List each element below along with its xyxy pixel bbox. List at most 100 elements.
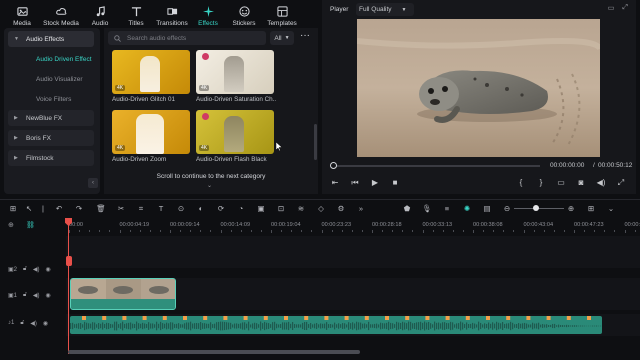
effect-thumb-flash-black[interactable]: 4K [196, 110, 274, 154]
adjust-icon[interactable]: ⚙ [336, 204, 346, 213]
stabilize-icon[interactable]: ⊡ [276, 204, 286, 213]
more-options-icon[interactable]: ··· [298, 31, 312, 45]
zoom-out-icon[interactable]: ⊖ [502, 204, 512, 213]
keyframe-icon[interactable]: ◇ [316, 204, 326, 213]
text-tool-icon[interactable]: T [156, 204, 166, 213]
stop-icon[interactable]: ■ [390, 178, 400, 187]
beat-marker [385, 316, 389, 320]
step-back-icon[interactable]: ⇤ [330, 178, 340, 187]
playhead[interactable] [68, 218, 69, 354]
zoom-in-icon[interactable]: ⊕ [566, 204, 576, 213]
waveform-bar [306, 321, 308, 331]
waveform-bar [218, 321, 220, 331]
effect-thumb-saturation[interactable]: 4K [196, 50, 274, 94]
scrubber-handle[interactable] [330, 162, 337, 169]
add-track-icon[interactable]: ⊕ [8, 221, 14, 229]
volume-icon[interactable]: ◀) [596, 178, 606, 187]
tab-audio[interactable]: Audio [82, 2, 118, 30]
tab-media[interactable]: Media [4, 2, 40, 30]
lock-icon[interactable]: 🔓︎ [23, 292, 27, 299]
zoom-slider-handle[interactable] [533, 205, 539, 211]
split-icon[interactable]: ✂ [116, 204, 126, 213]
ruler-tick-mark [361, 230, 363, 232]
category-newblue-fx[interactable]: ▶ NewBlue FX [8, 110, 94, 126]
collapse-panel-button[interactable]: ‹ [88, 178, 98, 188]
category-audio-effects[interactable]: ▼ Audio Effects [8, 31, 94, 47]
tab-templates[interactable]: Templates [262, 2, 302, 30]
filter-dropdown[interactable]: All ▼ [270, 31, 294, 45]
microphone-icon[interactable]: 🎙 [422, 204, 432, 213]
crop-icon[interactable]: ⌗ [136, 204, 146, 214]
category-boris-fx[interactable]: ▶ Boris FX [8, 130, 94, 146]
grid-icon[interactable]: ⊞ [586, 204, 596, 213]
subcategory-audio-driven-effect[interactable]: Audio Driven Effect [8, 51, 94, 67]
previous-frame-icon[interactable]: ⏮ [350, 178, 360, 188]
timeline-horizontal-scrollbar[interactable] [68, 350, 360, 354]
ruler-tick-mark [553, 230, 555, 232]
render-icon[interactable]: ▤ [482, 204, 492, 213]
ruler-tick-mark [200, 230, 202, 232]
speed-icon[interactable]: ◔ [236, 204, 246, 213]
tab-stock-media[interactable]: Stock Media [40, 2, 82, 30]
ai-icon[interactable]: ✺ [462, 204, 472, 213]
quality-dropdown[interactable]: Full Quality ▼ [356, 3, 414, 16]
display-icon[interactable]: ▭ [556, 178, 566, 187]
effect-thumb-zoom[interactable]: 4K [112, 110, 190, 154]
effects-scrollbar[interactable] [314, 124, 317, 160]
marker-icon[interactable]: ⬟ [402, 204, 412, 213]
green-screen-icon[interactable]: ▣ [256, 204, 266, 213]
expand-icon[interactable]: ⤢ [622, 4, 628, 12]
volume-icon[interactable]: ◀) [33, 266, 40, 273]
timeline-ruler[interactable]: 00:00 00:00:04:19 00:00:09:14 00:00:14:09 00… [66, 218, 640, 233]
effect-thumb-glitch[interactable]: 4K [112, 50, 190, 94]
motion-icon[interactable]: ≋ [296, 204, 306, 213]
play-icon[interactable]: ▶ [370, 178, 380, 187]
layout-icon[interactable]: ⊞ [8, 204, 18, 213]
playhead-marker[interactable] [66, 256, 72, 266]
eye-icon[interactable]: ◉ [43, 320, 48, 327]
select-tool-icon[interactable]: ↖ [24, 204, 34, 213]
tab-titles[interactable]: Titles [118, 2, 154, 30]
video-clip[interactable] [70, 278, 176, 310]
video-track-2-lane[interactable] [66, 236, 640, 268]
subcategory-voice-filters[interactable]: Voice Filters [8, 91, 94, 107]
category-filmstock[interactable]: ▶ Filmstock [8, 150, 94, 166]
chevron-down-icon[interactable]: ⌄ [606, 204, 616, 213]
tab-transitions[interactable]: Transitions [154, 2, 190, 30]
subcategory-audio-visualizer[interactable]: Audio Visualizer [8, 71, 94, 87]
waveform-bar [130, 322, 132, 330]
rotate-icon[interactable]: ⟳ [216, 204, 226, 213]
link-icon[interactable]: ⛓ [26, 221, 35, 229]
camera-icon[interactable]: ◙ [576, 178, 586, 187]
fullscreen-icon[interactable]: ⤢ [616, 178, 626, 188]
volume-icon[interactable]: ◀) [30, 320, 37, 327]
eye-icon[interactable]: ◉ [46, 266, 51, 273]
waveform-bar [230, 322, 232, 330]
redo-icon[interactable]: ↷ [74, 204, 84, 213]
color-icon[interactable]: ◐ [196, 204, 206, 213]
waveform-bar [156, 321, 158, 331]
chevron-down-icon[interactable]: ⌄ [207, 182, 212, 189]
zoom-slider-track[interactable] [514, 208, 564, 209]
delete-icon[interactable]: 🗑 [96, 204, 106, 213]
mark-out-icon[interactable]: } [536, 178, 546, 187]
audio-clip[interactable] [70, 316, 602, 334]
undo-icon[interactable]: ↶ [54, 204, 64, 213]
snapshot-icon[interactable]: ▭ [608, 4, 615, 12]
tab-stickers[interactable]: Stickers [226, 2, 262, 30]
tab-effects[interactable]: Effects [190, 2, 226, 30]
audio-mix-icon[interactable]: ≡ [442, 204, 452, 213]
playback-scrubber[interactable] [332, 165, 540, 167]
search-input[interactable]: Search audio effects [108, 31, 266, 45]
eye-icon[interactable]: ◉ [46, 292, 51, 299]
zoom-tool-icon[interactable]: ⊙ [176, 204, 186, 213]
volume-icon[interactable]: ◀) [33, 292, 40, 299]
waveform-bar [406, 323, 408, 329]
lock-icon[interactable]: 🔓︎ [20, 320, 24, 327]
waveform-bar [458, 323, 460, 329]
beat-marker [546, 316, 551, 320]
lock-icon[interactable]: 🔓︎ [23, 266, 27, 273]
mark-in-icon[interactable]: { [516, 178, 526, 187]
more-tools-icon[interactable]: » [356, 204, 366, 213]
divider: | [42, 204, 44, 213]
